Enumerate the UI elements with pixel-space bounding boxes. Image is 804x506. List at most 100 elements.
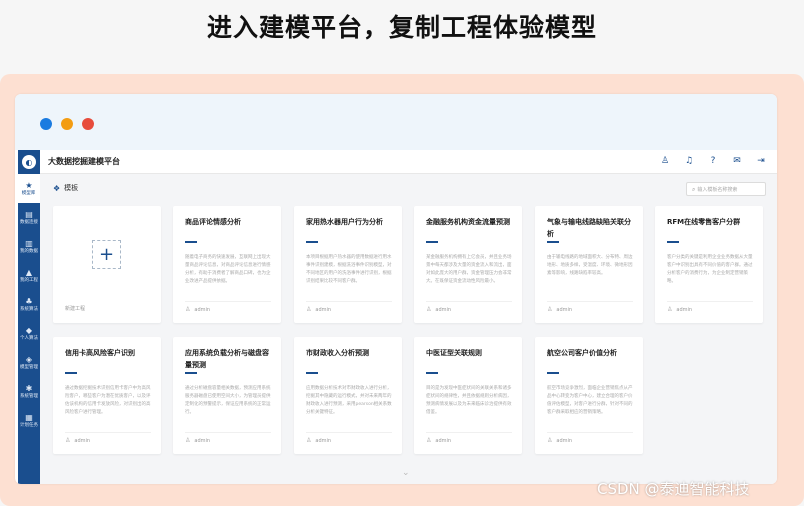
card-description: 本项目根据用户热水器的使用数据进行用水事件识别建模，根据洗浴事件识别模型，对不同…: [306, 255, 392, 284]
sidebar-item-label: 计划任务: [19, 421, 38, 428]
model-card[interactable]: 市财政收入分析预测 应用数据分析技术对市财政收入进行分析，挖掘其中隐藏的运行模式，…: [294, 337, 402, 454]
card-divider: [547, 301, 633, 302]
card-description: 客户分类的关键是利用企业业务数据从大量客户中识别出具有不同价值的客户群。通过分析…: [667, 255, 753, 284]
model-card[interactable]: 中医证型关联规则 目的是为发现中医症状间的关联关系和诸多症状间的规律性，并且依据规…: [414, 337, 522, 454]
user-icon: ♙: [547, 437, 553, 444]
bell-icon[interactable]: ♫: [677, 156, 701, 166]
logout-icon[interactable]: ⇥: [749, 156, 773, 166]
card-divider: [185, 432, 271, 433]
sidebar-item[interactable]: ▲ 我的工程: [18, 261, 40, 290]
window-close-dot[interactable]: [40, 118, 52, 130]
author-name: admin: [556, 306, 573, 313]
card-description: 通过分析磁盘容量相关数据，预测应用系统服务器磁盘已使用空间大小，为管理员提供定制…: [185, 386, 271, 415]
user-icon[interactable]: ♙: [653, 156, 677, 166]
breadcrumb-label: 模板: [64, 184, 79, 192]
card-divider: [426, 301, 512, 302]
sidebar-item[interactable]: ▦ 计划任务: [18, 406, 40, 435]
sidebar-item-label: 我的数据: [19, 247, 38, 254]
card-accent: [547, 372, 559, 374]
card-divider: [547, 432, 633, 433]
author-name: admin: [676, 306, 693, 313]
app-logo: ◐: [18, 150, 40, 174]
help-icon[interactable]: ?: [701, 156, 725, 166]
algorithm-icon: ♣: [25, 296, 33, 306]
project-icon: ▲: [25, 267, 33, 277]
model-card[interactable]: 航空公司客户价值分析航空市场竞争激烈，面临企业营销焦点从产品中心转变为客户中心，…: [535, 337, 643, 454]
card-author: ♙ admin: [667, 306, 692, 313]
sidebar-item[interactable]: ▤ 数据连接: [18, 203, 40, 232]
sidebar-item[interactable]: ▥ 我的数据: [18, 232, 40, 261]
author-name: admin: [194, 437, 211, 444]
file-icon: ▥: [25, 238, 33, 248]
sidebar-item[interactable]: ★ 模型库: [18, 174, 40, 203]
template-icon: ❖: [53, 183, 61, 193]
card-divider: [426, 432, 512, 433]
card-divider: [185, 301, 271, 302]
sidebar-item[interactable]: ✱ 系统管理: [18, 377, 40, 406]
card-title: 应用系统负载分析与磁盘容量预测: [185, 349, 269, 369]
browser-window: ◐ ★ 模型库 ▤ 数据连接 ▥ 我的数据 ▲ 我的工程 ♣ 系统算法 ◆ 个人算法 ◈ 模型管理 ✱ 系统管…: [15, 94, 777, 484]
window-maximize-dot[interactable]: [82, 118, 94, 130]
window-minimize-dot[interactable]: [61, 118, 73, 130]
author-name: admin: [315, 437, 332, 444]
card-title: 信用卡高风险客户识别: [65, 349, 135, 357]
user-icon: ♙: [306, 306, 312, 313]
card-title: 家用热水器用户行为分析: [306, 218, 383, 226]
model-card[interactable]: 金融服务机构资金流量预测 某金融服务机构拥有上亿会员，并且业务场景中每天都涉及大量…: [414, 206, 522, 323]
add-icon[interactable]: +: [92, 240, 121, 269]
card-author: ♙ admin: [65, 437, 90, 444]
model-card[interactable]: 家用热水器用户行为分析本项目根据用户热水器的使用数据进行用水事件识别建模，根据洗…: [294, 206, 402, 323]
card-author: ♙ admin: [547, 437, 572, 444]
card-title: 气象与输电线路缺陷关联分析: [547, 218, 631, 238]
sidebar-item-label: 数据连接: [19, 218, 38, 225]
top-icons: ♙ ♫ ? ✉ ⇥: [653, 156, 773, 166]
mail-icon[interactable]: ✉: [725, 156, 749, 166]
sidebar-item[interactable]: ◆ 个人算法: [18, 319, 40, 348]
search-input[interactable]: ⌕ 输入模板名称搜索: [686, 182, 766, 196]
model-card[interactable]: 信用卡高风险客户识别 通过数据挖掘技术识别信用卡客户中为高风险客户，哪些客户为潜在…: [53, 337, 161, 454]
card-description: 某金融服务机构拥有上亿会员，并且业务场景中每天都涉及大量的资金流入和流出，面对如…: [426, 255, 512, 284]
card-description: 随着电子商务的快速发展，互联网上出现大量商品评论信息，对商品评论信息进行情感分析…: [185, 255, 271, 284]
app-screen: ◐ ★ 模型库 ▤ 数据连接 ▥ 我的数据 ▲ 我的工程 ♣ 系统算法 ◆ 个人算法 ◈ 模型管理 ✱ 系统管…: [18, 150, 777, 484]
user-icon: ♙: [547, 306, 553, 313]
user-icon: ♙: [667, 306, 673, 313]
user-icon: ♙: [65, 437, 71, 444]
card-accent: [185, 372, 197, 374]
model-card[interactable]: 气象与输电线路缺陷关联分析 由于输电线路的地域面积大、分布特、周边地形、地质多样，…: [535, 206, 643, 323]
chevron-down-icon[interactable]: ⌄: [402, 468, 410, 478]
sidebar-item-label: 我的工程: [19, 276, 38, 283]
author-name: admin: [315, 306, 332, 313]
card-accent: [426, 241, 438, 243]
author-name: admin: [435, 306, 452, 313]
card-author: ♙ admin: [306, 306, 331, 313]
star-icon: ★: [25, 180, 33, 190]
card-title: 航空公司客户价值分析: [547, 349, 617, 357]
settings-icon: ✱: [25, 383, 33, 393]
calendar-icon: ▦: [25, 412, 33, 422]
database-icon: ▤: [25, 209, 33, 219]
card-author: ♙ admin: [306, 437, 331, 444]
new-project-card[interactable]: + 新建工程: [53, 206, 161, 323]
card-divider: [65, 432, 151, 433]
card-divider: [667, 301, 753, 302]
card-title: RFM在线零售客户分群: [667, 218, 741, 226]
card-author: ♙ admin: [185, 437, 210, 444]
sidebar-item[interactable]: ◈ 模型管理: [18, 348, 40, 377]
card-author: ♙ admin: [547, 306, 572, 313]
model-card[interactable]: RFM在线零售客户分群客户分类的关键是利用企业业务数据从大量客户中识别出具有不同…: [655, 206, 763, 323]
page-headline: 进入建模平台，复制工程体验模型: [206, 13, 597, 42]
user-icon: ♙: [185, 437, 191, 444]
logo-icon: ◐: [22, 155, 36, 169]
card-description: 航空市场竞争激烈，面临企业营销焦点从产品中心转变为客户中心，建立合理的客户价值评…: [547, 386, 633, 415]
model-card[interactable]: 应用系统负载分析与磁盘容量预测通过分析磁盘容量相关数据，预测应用系统服务器磁盘已…: [173, 337, 281, 454]
user-icon: ♙: [306, 437, 312, 444]
card-accent: [65, 372, 77, 374]
sidebar-item-label: 系统管理: [19, 392, 38, 399]
user-icon: ♙: [185, 306, 191, 313]
new-project-label: 新建工程: [65, 306, 86, 312]
sidebar-item-label: 个人算法: [19, 334, 38, 341]
model-card[interactable]: 商品评论情感分析 随着电子商务的快速发展，互联网上出现大量商品评论信息，对商品评论…: [173, 206, 281, 323]
top-bar: 大数据挖掘建模平台 ♙ ♫ ? ✉ ⇥: [40, 150, 777, 174]
sidebar-item[interactable]: ♣ 系统算法: [18, 290, 40, 319]
card-accent: [306, 241, 318, 243]
